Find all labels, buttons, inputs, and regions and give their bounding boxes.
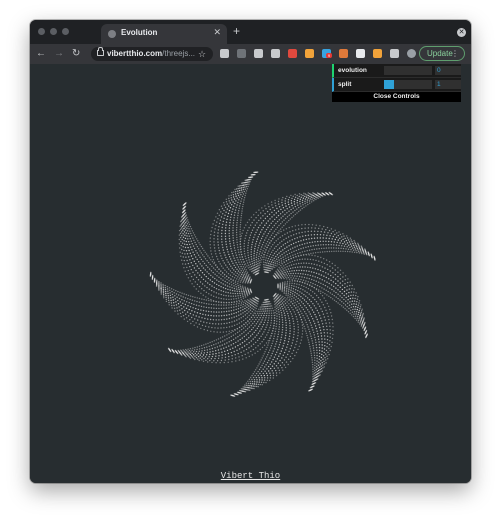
back-icon[interactable]: ← <box>36 47 46 61</box>
split-slider[interactable] <box>384 80 432 89</box>
ext-shield-icon[interactable] <box>339 49 348 58</box>
forward-icon[interactable]: → <box>54 47 64 61</box>
close-window-icon[interactable] <box>38 28 45 35</box>
control-row-evolution: evolution 0 <box>332 64 461 78</box>
tab-close-icon[interactable]: ✕ <box>213 27 221 37</box>
ext-grid-icon[interactable] <box>220 49 229 58</box>
particle-flower <box>149 171 376 397</box>
url-domain: vibertthio.com <box>107 49 163 58</box>
profile-avatar-icon[interactable] <box>407 49 416 58</box>
author-credit-link[interactable]: Vibert Thio <box>30 471 471 481</box>
reload-icon[interactable]: ↻ <box>72 47 80 61</box>
split-slider-fill <box>384 80 394 89</box>
close-controls-button[interactable]: Close Controls <box>332 92 461 102</box>
kebab-menu-icon[interactable]: ⋮ <box>451 47 459 60</box>
ext-glasses-icon[interactable] <box>254 49 263 58</box>
controls-panel: evolution 0 split 1 Close Controls <box>332 64 461 102</box>
minimize-window-icon[interactable] <box>50 28 57 35</box>
page-canvas[interactable]: evolution 0 split 1 Close Controls Viber… <box>30 64 471 483</box>
ext-red-icon[interactable] <box>288 49 297 58</box>
browser-window: Evolution ✕ + ✕ ← → ↻ vibertthio.com/thr… <box>30 20 471 483</box>
url-path: /threejs... <box>162 49 196 58</box>
extension-badge: 9 <box>326 53 332 58</box>
ext-flag-icon[interactable] <box>373 49 382 58</box>
ext-compass-icon[interactable] <box>271 49 280 58</box>
tab-evolution[interactable]: Evolution ✕ <box>101 24 227 44</box>
control-row-split: split 1 <box>332 78 461 92</box>
ext-orange-dot-icon[interactable] <box>305 49 314 58</box>
control-label-split: split <box>338 81 352 88</box>
ext-multi-icon[interactable]: 9 <box>322 49 332 58</box>
window-menu-icon[interactable]: ✕ <box>457 28 466 37</box>
ext-link-icon[interactable] <box>237 49 246 58</box>
browser-toolbar: ← → ↻ vibertthio.com/threejs... ☆ 9 Upda… <box>30 44 471 64</box>
evolution-slider[interactable] <box>384 66 432 75</box>
url-text: vibertthio.com/threejs... <box>107 49 195 59</box>
evolution-value-input[interactable]: 0 <box>435 66 461 75</box>
update-button[interactable]: Update ⋮ <box>419 46 465 61</box>
tab-strip: Evolution ✕ + ✕ <box>30 20 471 44</box>
new-tab-icon[interactable]: + <box>233 24 240 38</box>
tab-title: Evolution <box>121 28 158 37</box>
ext-puzzle-icon[interactable] <box>390 49 399 58</box>
favicon-icon <box>108 30 116 38</box>
control-label-evolution: evolution <box>338 67 367 74</box>
lock-icon[interactable] <box>97 47 104 56</box>
address-bar[interactable]: vibertthio.com/threejs... <box>91 47 213 61</box>
update-label: Update <box>427 49 453 58</box>
ext-box-icon[interactable] <box>356 49 365 58</box>
bookmark-star-icon[interactable]: ☆ <box>198 48 206 60</box>
zoom-window-icon[interactable] <box>62 28 69 35</box>
split-value-input[interactable]: 1 <box>435 80 461 89</box>
